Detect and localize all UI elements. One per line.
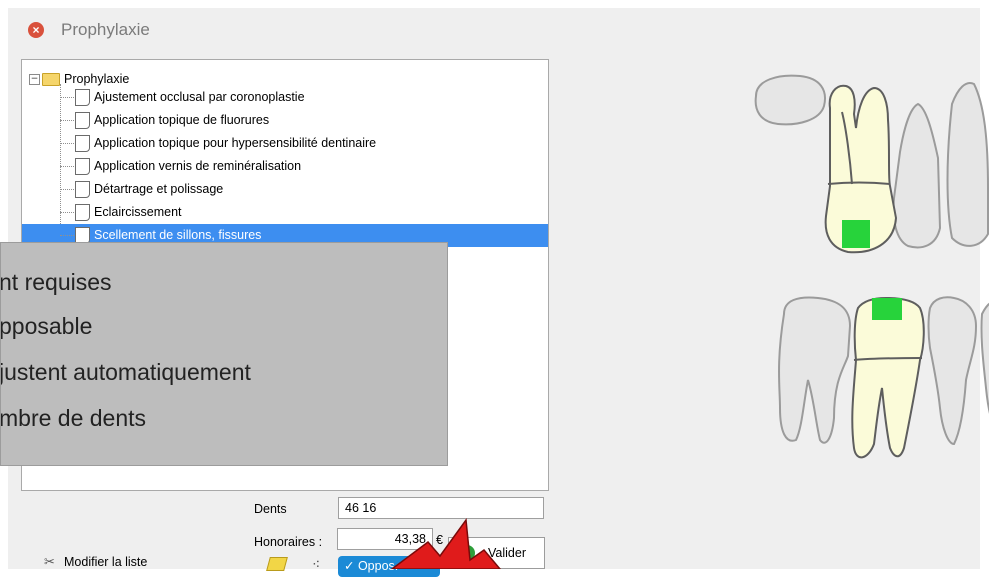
tooth-upper-premolar[interactable] (892, 102, 942, 249)
dots-icon[interactable]: ⁖ (312, 556, 320, 573)
check-icon (459, 545, 475, 561)
tooltip-line: justent automatiquement (0, 359, 251, 385)
validate-label: Valider (488, 546, 526, 560)
tooltip-line: pposable (0, 313, 93, 339)
modify-list-link[interactable]: ✂ Modifier la liste (44, 554, 148, 570)
tooth-upper-molar-crown[interactable] (754, 74, 826, 126)
honoraires-field[interactable]: 43,38 (337, 528, 433, 550)
dents-label: Dents (254, 502, 287, 516)
app: × Prophylaxie − Prophylaxie Ajustement o… (0, 0, 989, 577)
validate-button[interactable]: Valider (448, 537, 545, 569)
tooth-lower-molar[interactable] (778, 296, 852, 444)
tooth-upper-canine[interactable] (946, 82, 989, 247)
tooltip-line: nt requises (0, 269, 112, 295)
info-tooltip: nt requises pposable justent automatique… (0, 242, 448, 466)
tooth-lower-premolar[interactable] (927, 296, 978, 446)
dents-field[interactable]: 46 16 (338, 497, 544, 519)
tooth-lower-canine[interactable] (980, 301, 989, 428)
modify-list-label: Modifier la liste (64, 555, 148, 569)
tooth-16[interactable] (824, 84, 898, 254)
tools-icon: ✂ (44, 554, 55, 569)
honoraires-label: Honoraires : (254, 535, 323, 549)
tooth-46[interactable] (851, 296, 925, 459)
currency-label: € (436, 533, 443, 547)
tooltip-line: mbre de dents (0, 405, 147, 431)
opposable-toggle[interactable]: ✓ Oppos. (338, 556, 440, 577)
